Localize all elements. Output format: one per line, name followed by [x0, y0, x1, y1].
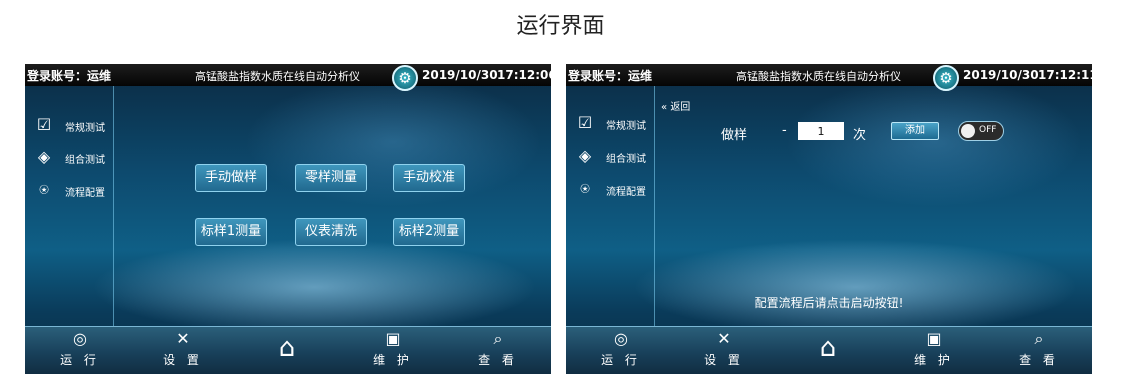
toggle-knob	[961, 124, 975, 138]
sidebar-item-label: 常规测试	[65, 123, 105, 134]
flow-config-icon: ⍟	[39, 180, 49, 199]
nav-label: 设 置	[163, 353, 203, 367]
screen-routine-test: 登录账号：运维 高锰酸盐指数水质在线自动分析仪 2019/10/30 17:12…	[25, 64, 551, 374]
sample-row: 做样 - 次 添加 OFF	[716, 120, 1086, 143]
account-label: 登录账号：运维	[27, 69, 112, 83]
toggle-label: OFF	[979, 125, 997, 135]
sidebar-item-routine-test[interactable]: ☑ 常规测试	[31, 114, 111, 136]
bottom-nav: ◎ 运 行 ✕ 设 置 ⌂ ▣ 维 护 ⌕ 查 看	[25, 326, 551, 374]
nav-label: 维 护	[373, 353, 413, 367]
sidebar: ☑ 常规测试 ◈ 组合测试 ⍟ 流程配置	[25, 86, 114, 326]
sidebar-item-routine-test[interactable]: ☑ 常规测试	[572, 112, 652, 134]
screen-combo-test: 登录账号：运维 高锰酸盐指数水质在线自动分析仪 2019/10/30 17:12…	[566, 64, 1092, 374]
home-icon: ⌂	[278, 333, 296, 363]
add-button[interactable]: 添加	[891, 122, 939, 140]
enable-toggle[interactable]: OFF	[958, 121, 1004, 141]
decrement-button[interactable]: -	[782, 123, 787, 138]
flow-config-icon: ⍟	[580, 179, 590, 198]
zero-sample-button[interactable]: 零样测量	[295, 164, 367, 192]
run-icon: ◎	[614, 329, 628, 348]
sidebar-item-label: 组合测试	[65, 155, 105, 166]
nav-label: 运 行	[601, 353, 641, 367]
device-name: 高锰酸盐指数水质在线自动分析仪	[736, 70, 901, 83]
sidebar-item-label: 流程配置	[65, 188, 105, 199]
sidebar-item-flow-config[interactable]: ⍟ 流程配置	[572, 178, 652, 200]
gear-icon[interactable]: ⚙	[392, 65, 418, 91]
nav-home[interactable]: ⌂	[798, 327, 858, 374]
date-label: 2019/10/30	[963, 68, 1039, 82]
account-label: 登录账号：运维	[568, 69, 653, 83]
tools-icon: ✕	[176, 329, 190, 348]
nav-label: 运 行	[60, 353, 100, 367]
date-label: 2019/10/30	[422, 68, 498, 82]
standard-1-button[interactable]: 标样1测量	[195, 218, 267, 246]
back-label: 返回	[670, 102, 691, 113]
nav-view[interactable]: ⌕ 查 看	[1009, 327, 1069, 374]
manual-sample-button[interactable]: 手动做样	[195, 164, 267, 192]
nav-view[interactable]: ⌕ 查 看	[468, 327, 528, 374]
run-icon: ◎	[73, 329, 87, 348]
nav-label: 查 看	[478, 353, 518, 367]
sidebar-item-flow-config[interactable]: ⍟ 流程配置	[31, 179, 111, 201]
cube-icon: ◈	[37, 147, 51, 166]
hint-text: 配置流程后请点击启动按钮!	[754, 296, 904, 310]
sidebar-item-combo-test[interactable]: ◈ 组合测试	[572, 145, 652, 167]
instrument-clean-button[interactable]: 仪表清洗	[295, 218, 367, 246]
time-label: 17:12:11	[1038, 68, 1092, 82]
nav-label: 查 看	[1019, 353, 1059, 367]
nav-maintenance[interactable]: ▣ 维 护	[363, 327, 423, 374]
time-label: 17:12:06	[497, 68, 551, 82]
sample-count-input[interactable]	[798, 122, 844, 140]
sidebar-item-combo-test[interactable]: ◈ 组合测试	[31, 146, 111, 168]
sample-label: 做样	[721, 128, 748, 143]
home-icon: ⌂	[819, 333, 837, 363]
standard-2-button[interactable]: 标样2测量	[393, 218, 465, 246]
sidebar-item-label: 流程配置	[606, 187, 646, 198]
nav-maintenance[interactable]: ▣ 维 护	[904, 327, 964, 374]
toolbox-icon: ▣	[385, 329, 401, 348]
view-icon: ⌕	[493, 329, 503, 348]
bottom-nav: ◎ 运 行 ✕ 设 置 ⌂ ▣ 维 护 ⌕ 查 看	[566, 326, 1092, 374]
sidebar-item-label: 组合测试	[606, 154, 646, 165]
device-name: 高锰酸盐指数水质在线自动分析仪	[195, 70, 360, 83]
nav-home[interactable]: ⌂	[257, 327, 317, 374]
checklist-icon: ☑	[36, 115, 52, 134]
sidebar-item-label: 常规测试	[606, 121, 646, 132]
chevron-left-icon: «	[661, 102, 668, 113]
cube-icon: ◈	[578, 146, 592, 165]
view-icon: ⌕	[1034, 329, 1044, 348]
manual-calibration-button[interactable]: 手动校准	[393, 164, 465, 192]
back-button[interactable]: « 返回	[661, 98, 690, 113]
nav-run[interactable]: ◎ 运 行	[591, 327, 651, 374]
unit-label: 次	[853, 128, 867, 143]
nav-run[interactable]: ◎ 运 行	[50, 327, 110, 374]
tools-icon: ✕	[717, 329, 731, 348]
page-title: 运行界面	[516, 14, 605, 39]
checklist-icon: ☑	[577, 113, 593, 132]
top-bar: 登录账号：运维 高锰酸盐指数水质在线自动分析仪 2019/10/30 17:12…	[566, 64, 1092, 86]
nav-settings[interactable]: ✕ 设 置	[694, 327, 754, 374]
toolbox-icon: ▣	[926, 329, 942, 348]
gear-icon[interactable]: ⚙	[933, 65, 959, 91]
nav-label: 维 护	[914, 353, 954, 367]
nav-settings[interactable]: ✕ 设 置	[153, 327, 213, 374]
sidebar: ☑ 常规测试 ◈ 组合测试 ⍟ 流程配置	[566, 86, 655, 326]
top-bar: 登录账号：运维 高锰酸盐指数水质在线自动分析仪 2019/10/30 17:12…	[25, 64, 551, 86]
nav-label: 设 置	[704, 353, 744, 367]
